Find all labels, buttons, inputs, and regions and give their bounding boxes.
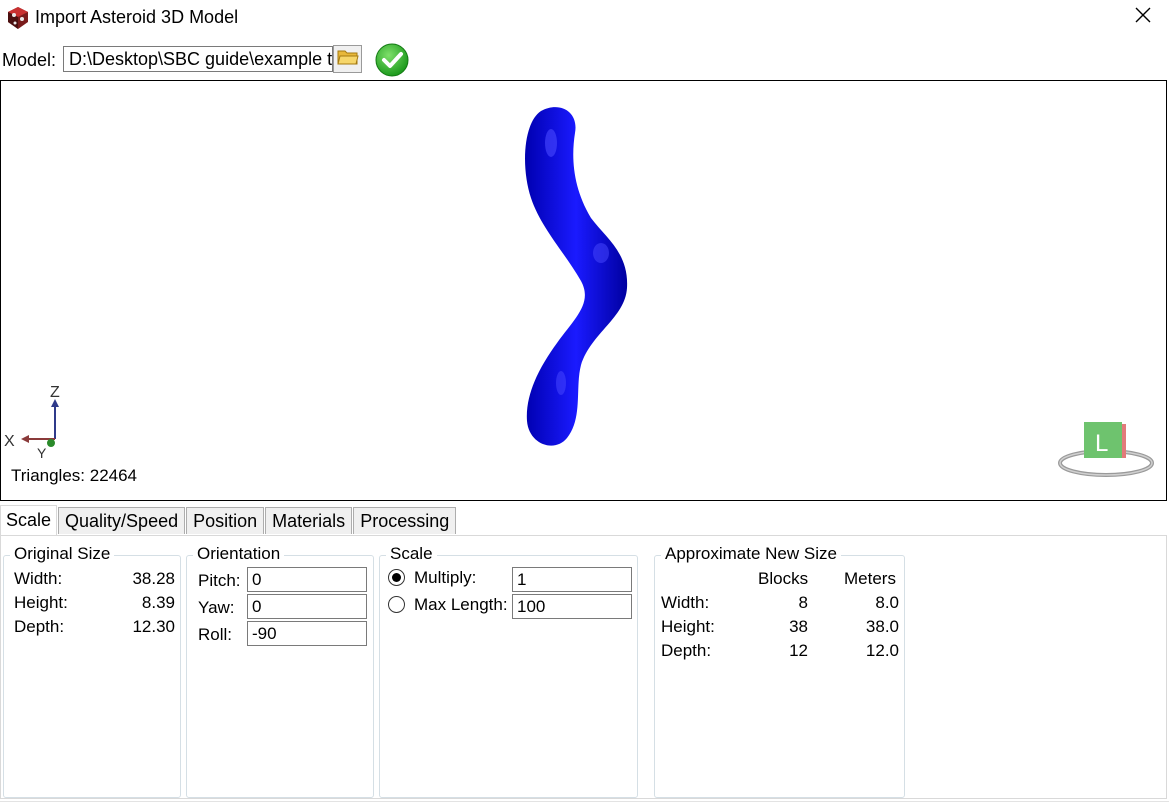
original-size-title: Original Size [10,544,115,564]
tab-position[interactable]: Position [186,507,265,534]
pitch-label: Pitch: [198,571,241,590]
close-icon [1135,7,1151,28]
axis-x-label: X [4,433,15,450]
asteroid-model-render [525,107,628,446]
blocks-column-header: Blocks [758,569,809,588]
multiply-radio[interactable] [388,569,405,586]
original-width-value: 38.28 [132,569,175,588]
tab-quality-speed[interactable]: Quality/Speed [58,507,186,534]
green-checkmark-icon [375,43,409,77]
close-button[interactable] [1118,0,1168,34]
tab-processing[interactable]: Processing [353,507,457,534]
bottom-divider [0,801,1169,802]
triangles-count: Triangles: 22464 [11,466,138,485]
new-height-blocks: 38 [789,617,808,636]
max-length-label: Max Length: [414,595,508,614]
orientation-group: Orientation Pitch: 0 Yaw: 0 Roll: -90 [186,544,374,798]
original-depth-label: Depth: [14,617,65,636]
roll-label: Roll: [198,625,233,644]
light-label: L [1095,430,1108,457]
new-size-group: Approximate New Size Blocks Meters Width… [654,544,905,798]
max-length-radio[interactable] [388,596,405,613]
folder-icon [336,48,359,71]
pitch-input[interactable]: 0 [247,567,367,592]
multiply-label: Multiply: [414,568,477,587]
new-depth-label: Depth: [661,641,712,660]
model-label: Model: [2,50,57,70]
scale-tab-panel: Original Size Width: 38.28 Height: 8.39 … [0,535,1167,799]
new-width-blocks: 8 [798,593,808,612]
yaw-label: Yaw: [198,598,235,617]
meters-column-header: Meters [844,569,896,588]
new-width-label: Width: [661,593,710,612]
scale-group: Scale Multiply: 1 Max Length: 100 [379,544,638,798]
original-height-label: Height: [14,593,68,612]
model-viewport[interactable]: Z X Y Triangles: 22464 L [0,80,1167,501]
window-title: Import Asteroid 3D Model [35,7,239,27]
light-cube-icon[interactable]: L [1056,419,1156,479]
multiply-input[interactable]: 1 [512,567,632,592]
original-depth-value: 12.30 [132,617,175,636]
new-height-meters: 38.0 [865,617,899,636]
tab-scale[interactable]: Scale [0,505,58,535]
original-size-group: Original Size Width: 38.28 Height: 8.39 … [3,544,181,798]
browse-button[interactable] [333,45,362,73]
original-width-label: Width: [14,569,63,588]
axis-z-label: Z [50,384,60,401]
new-size-title: Approximate New Size [661,544,841,564]
axis-gizmo: Z X Y [4,384,60,459]
axis-y-label: Y [37,445,47,459]
new-height-label: Height: [661,617,715,636]
title-bar: Import Asteroid 3D Model [0,0,1169,36]
scale-title: Scale [386,544,437,564]
tab-materials[interactable]: Materials [265,507,353,534]
max-length-input[interactable]: 100 [512,594,632,619]
tab-strip: Scale Quality/Speed Position Materials P… [0,505,457,535]
new-depth-blocks: 12 [789,641,808,660]
new-width-meters: 8.0 [875,593,899,612]
model-path-input[interactable]: D:\Desktop\SBC guide\example te [63,46,333,72]
asteroid-app-icon [6,6,30,30]
original-height-value: 8.39 [141,593,175,612]
yaw-input[interactable]: 0 [247,594,367,619]
new-depth-meters: 12.0 [865,641,899,660]
roll-input[interactable]: -90 [247,621,367,646]
orientation-title: Orientation [193,544,285,564]
